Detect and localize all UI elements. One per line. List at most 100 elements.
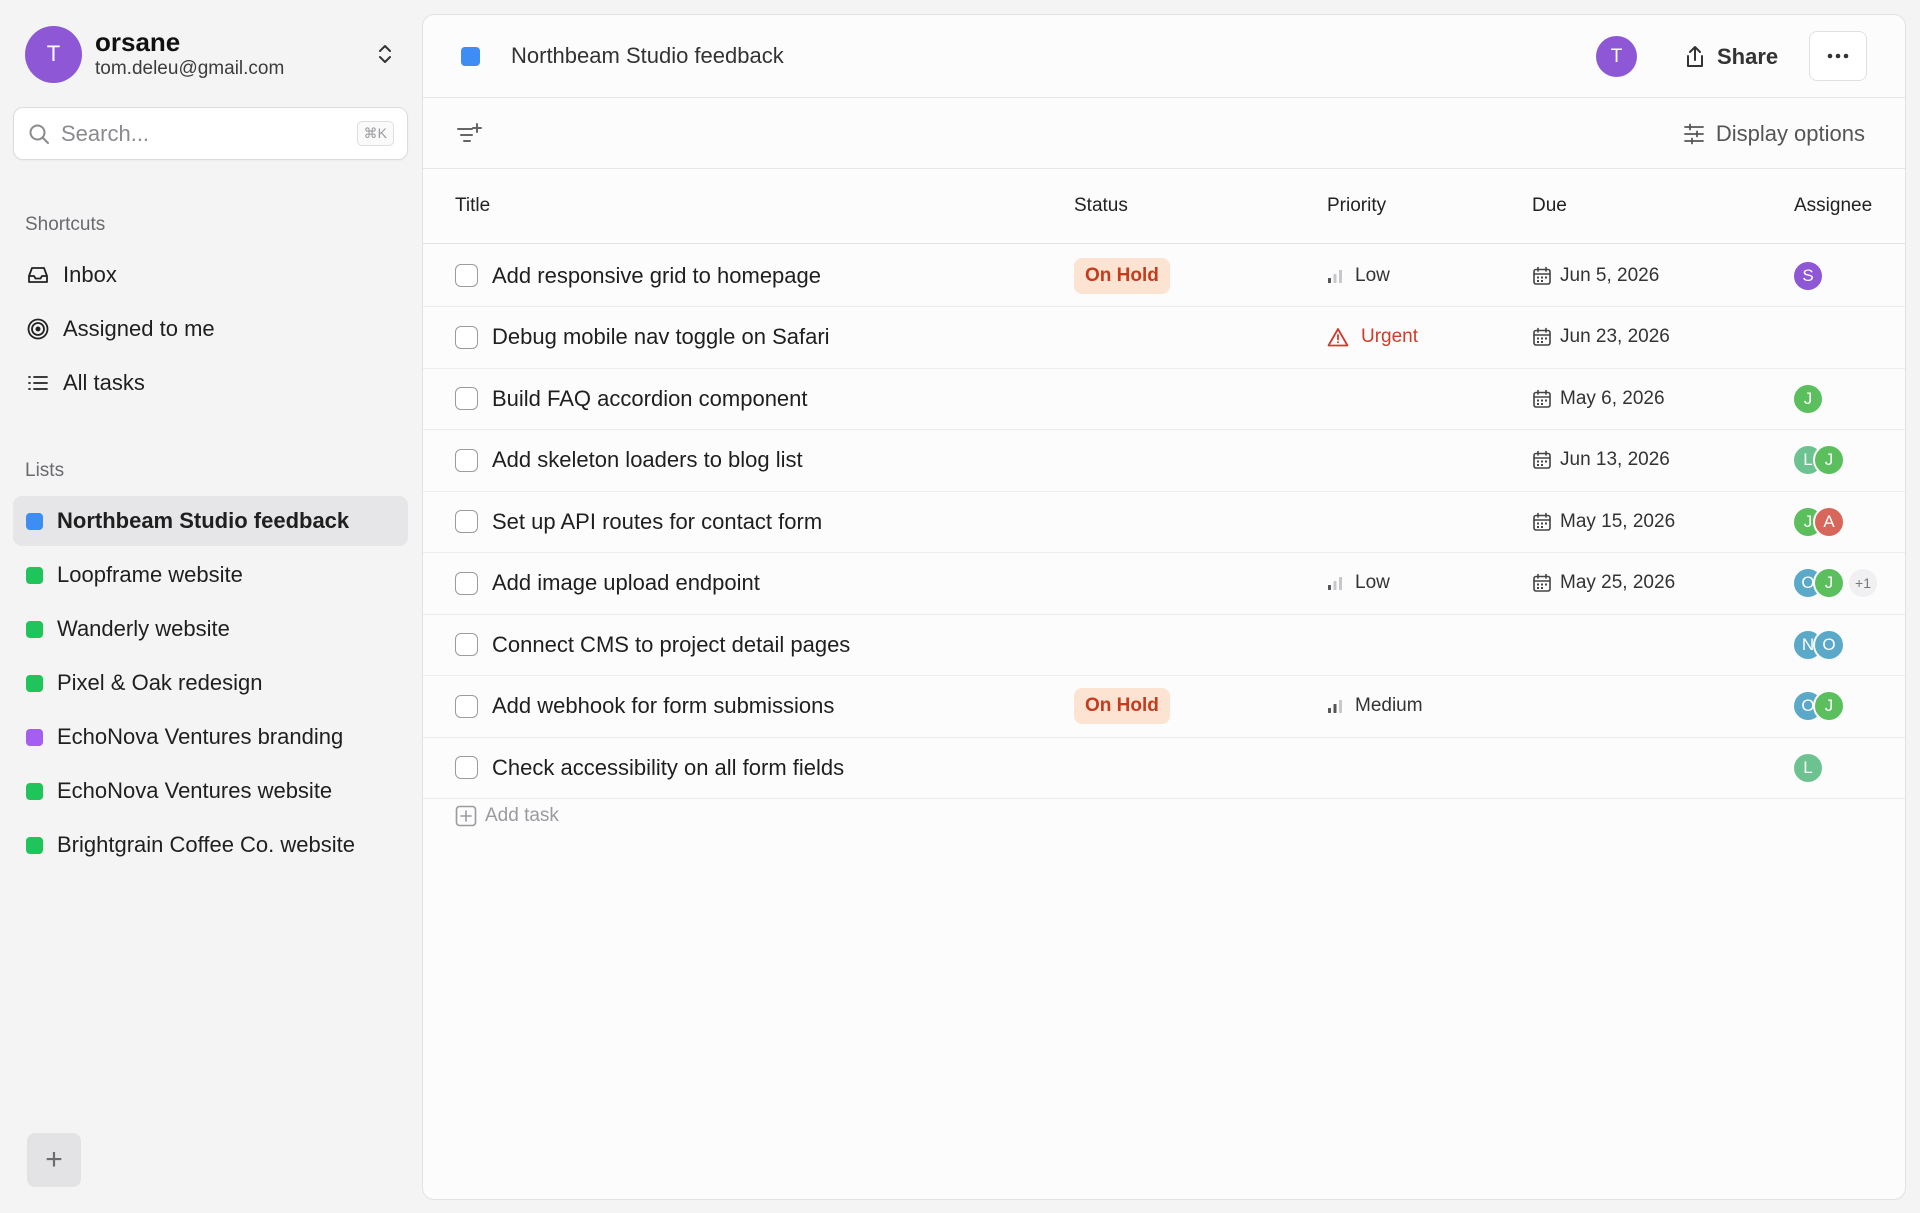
table-row[interactable]: Set up API routes for contact form May 15… [423,491,1905,553]
ellipsis-icon [1827,53,1849,59]
due-cell[interactable]: Jun 13, 2026 [1532,430,1670,491]
task-title[interactable]: Add responsive grid to homepage [492,263,821,289]
calendar-icon [1532,389,1552,409]
sidebar-list-item[interactable]: Northbeam Studio feedback [13,496,408,546]
filter-add-icon[interactable] [455,120,483,148]
task-checkbox[interactable] [455,264,478,287]
avatar[interactable]: T [1596,36,1637,77]
calendar-icon [1532,512,1552,532]
assignee-avatar: J [1813,567,1845,599]
shortcut-inbox[interactable]: Inbox [13,250,408,300]
display-options-button[interactable]: Display options [1682,118,1865,150]
sidebar-list-item[interactable]: Brightgrain Coffee Co. website [13,820,408,870]
assignee-cell[interactable]: O J +1 [1792,553,1877,614]
task-title[interactable]: Add image upload endpoint [492,570,760,596]
assignee-cell[interactable]: L [1792,737,1824,798]
status-cell[interactable]: On Hold [1074,245,1170,306]
task-checkbox[interactable] [455,694,478,718]
table-row[interactable]: Debug mobile nav toggle on Safari Urgent J… [423,307,1905,369]
title-cell: Add webhook for form submissions [455,676,834,737]
column-due[interactable]: Due [1532,195,1567,217]
account-switcher[interactable]: T orsane tom.deleu@gmail.com [25,24,400,84]
priority-cell[interactable]: Urgent [1327,307,1418,368]
table-row[interactable]: Connect CMS to project detail pages N O [423,614,1905,676]
assignee-cell[interactable]: LJ [1792,430,1845,491]
task-title[interactable]: Add skeleton loaders to blog list [492,447,803,473]
calendar-icon [1532,450,1552,470]
table-row[interactable]: Add image upload endpoint Low May 25, 2026… [423,553,1905,615]
sidebar-list-item[interactable]: EchoNova Ventures branding [13,712,408,762]
task-checkbox[interactable] [455,325,478,349]
add-task-button[interactable]: Add task [455,805,559,827]
assignee-cell[interactable]: OJ [1792,676,1845,737]
table-row[interactable]: Add skeleton loaders to blog list Jun 13,… [423,430,1905,492]
title-cell: Add skeleton loaders to blog list [455,430,803,491]
sidebar-list-label: Wanderly website [57,616,230,641]
task-checkbox[interactable] [455,448,478,472]
sidebar-list-label: Brightgrain Coffee Co. website [57,832,355,857]
add-button[interactable]: + [27,1133,81,1187]
task-title[interactable]: Build FAQ accordion component [492,386,808,412]
due-cell[interactable]: May 6, 2026 [1532,368,1665,429]
task-title[interactable]: Set up API routes for contact form [492,509,822,535]
chevron-up-down-icon[interactable] [370,39,400,69]
account-info: orsane tom.deleu@gmail.com [95,27,370,81]
table-row[interactable]: Build FAQ accordion component May 6, 2026… [423,368,1905,430]
priority-bars-icon [1327,575,1343,591]
list-color-dot [26,782,43,800]
column-title[interactable]: Title [455,195,490,217]
task-title[interactable]: Add webhook for form submissions [492,693,834,719]
priority-value: Low [1327,265,1390,287]
column-priority[interactable]: Priority [1327,195,1386,217]
priority-cell[interactable]: Low [1327,553,1390,614]
calendar-icon [1532,266,1552,286]
share-icon [1683,44,1707,70]
due-cell[interactable]: May 15, 2026 [1532,491,1675,552]
add-task-label: Add task [485,805,559,826]
column-assignee[interactable]: Assignee [1794,195,1872,217]
shortcut-all-tasks[interactable]: All tasks [13,358,408,408]
task-checkbox[interactable] [455,387,478,410]
sidebar-list-item[interactable]: Wanderly website [13,604,408,654]
assignee-cell[interactable]: NO [1792,614,1845,675]
sidebar-list-item[interactable]: Loopframe website [13,550,408,600]
task-checkbox[interactable] [455,510,478,533]
more-options-button[interactable] [1809,31,1867,81]
due-cell[interactable]: Jun 23, 2026 [1532,307,1670,368]
sliders-icon [1682,122,1706,146]
due-cell[interactable]: May 25, 2026 [1532,553,1675,614]
title-cell: Debug mobile nav toggle on Safari [455,307,830,368]
table-row[interactable]: Add webhook for form submissions On Hold M… [423,676,1905,738]
assignee-cell[interactable]: S [1792,245,1824,306]
shortcut-assigned-to-me[interactable]: Assigned to me [13,304,408,354]
task-title[interactable]: Connect CMS to project detail pages [492,632,850,658]
table-row[interactable]: Add responsive grid to homepage On Hold Lo… [423,245,1905,307]
assignee-cell[interactable]: J [1792,368,1824,429]
due-cell[interactable]: Jun 5, 2026 [1532,245,1659,306]
column-status[interactable]: Status [1074,195,1128,217]
assignee-avatar: J [1792,382,1824,415]
sidebar-list-item[interactable]: Pixel & Oak redesign [13,658,408,708]
task-checkbox[interactable] [455,756,478,779]
search-shortcut-hint: ⌘K [356,121,394,146]
title-cell: Add image upload endpoint [455,553,760,614]
task-checkbox[interactable] [455,571,478,595]
priority-label: Low [1355,572,1390,593]
assignee-cell[interactable]: JA [1792,491,1845,552]
table-row[interactable]: Check accessibility on all form fields L [423,737,1905,799]
share-button[interactable]: Share [1683,35,1778,79]
priority-cell[interactable]: Low [1327,245,1390,306]
sidebar-list-label: EchoNova Ventures branding [57,724,344,749]
priority-cell[interactable]: Medium [1327,676,1423,737]
task-title[interactable]: Debug mobile nav toggle on Safari [492,324,830,350]
search-input[interactable] [61,120,357,147]
task-title[interactable]: Check accessibility on all form fields [492,755,844,781]
shortcut-label: All tasks [63,370,145,395]
search-box[interactable]: ⌘K [13,107,408,160]
sidebar-list-item[interactable]: EchoNova Ventures website [13,766,408,816]
status-cell[interactable]: On Hold [1074,676,1170,737]
lists-heading: Lists [25,460,65,481]
task-checkbox[interactable] [455,633,478,656]
due-date: May 15, 2026 [1532,511,1675,533]
search-icon [27,122,51,146]
